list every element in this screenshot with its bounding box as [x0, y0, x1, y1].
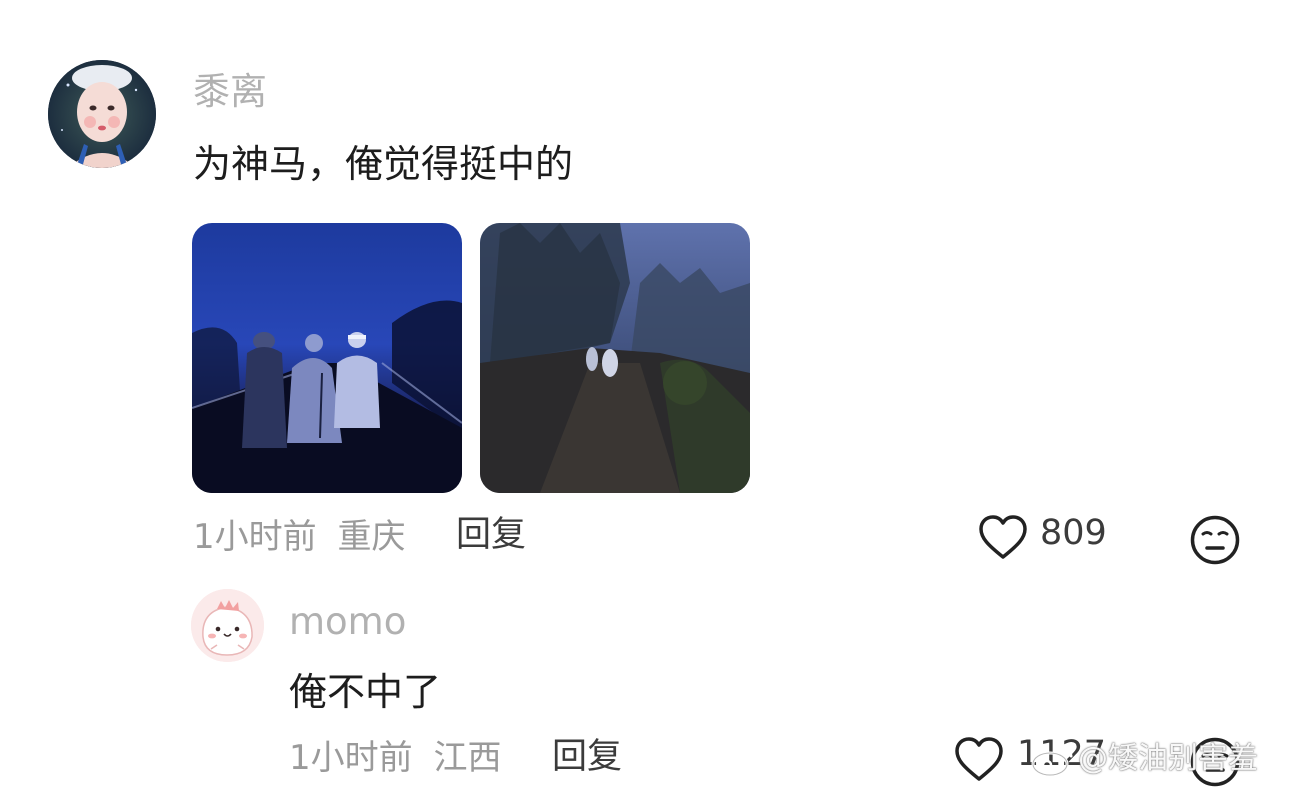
heart-outline-icon — [955, 737, 1003, 781]
reply-text: 俺不中了 — [289, 670, 442, 714]
reply-like-button[interactable] — [954, 736, 1004, 784]
reply-avatar[interactable] — [191, 589, 264, 662]
foggy-mountain-path-image — [480, 223, 750, 493]
watermark-handle: @矮油别害羞 — [1078, 741, 1258, 776]
foggy-road-people-image — [192, 223, 462, 493]
pink-cartoon-avatar-image — [191, 589, 264, 662]
like-count: 809 — [1040, 513, 1107, 553]
reply-time: 1小时前 — [289, 738, 413, 778]
comment-username[interactable]: 黍离 — [193, 73, 267, 110]
meh-face-icon — [1190, 515, 1240, 565]
comment-meta: 1小时前 重庆 — [193, 520, 405, 554]
reply-meta: 1小时前 江西 — [289, 741, 501, 775]
reply-reply-button[interactable]: 回复 — [552, 740, 622, 775]
avatar[interactable] — [48, 60, 156, 168]
heart-outline-icon — [979, 515, 1027, 559]
comment-image-2[interactable] — [480, 223, 750, 493]
reply-username[interactable]: momo — [289, 603, 406, 640]
avatar-portrait-image — [48, 60, 156, 168]
comment-image-1[interactable] — [192, 223, 462, 493]
like-button[interactable] — [978, 514, 1028, 562]
comment-location: 重庆 — [337, 517, 406, 557]
comment-time: 1小时前 — [193, 517, 317, 557]
reply-location: 江西 — [433, 738, 502, 778]
reply-button[interactable]: 回复 — [456, 518, 526, 553]
react-button[interactable] — [1189, 514, 1241, 566]
weibo-logo-icon — [1030, 742, 1076, 778]
comment-text: 为神马，俺觉得挺中的 — [193, 142, 574, 186]
